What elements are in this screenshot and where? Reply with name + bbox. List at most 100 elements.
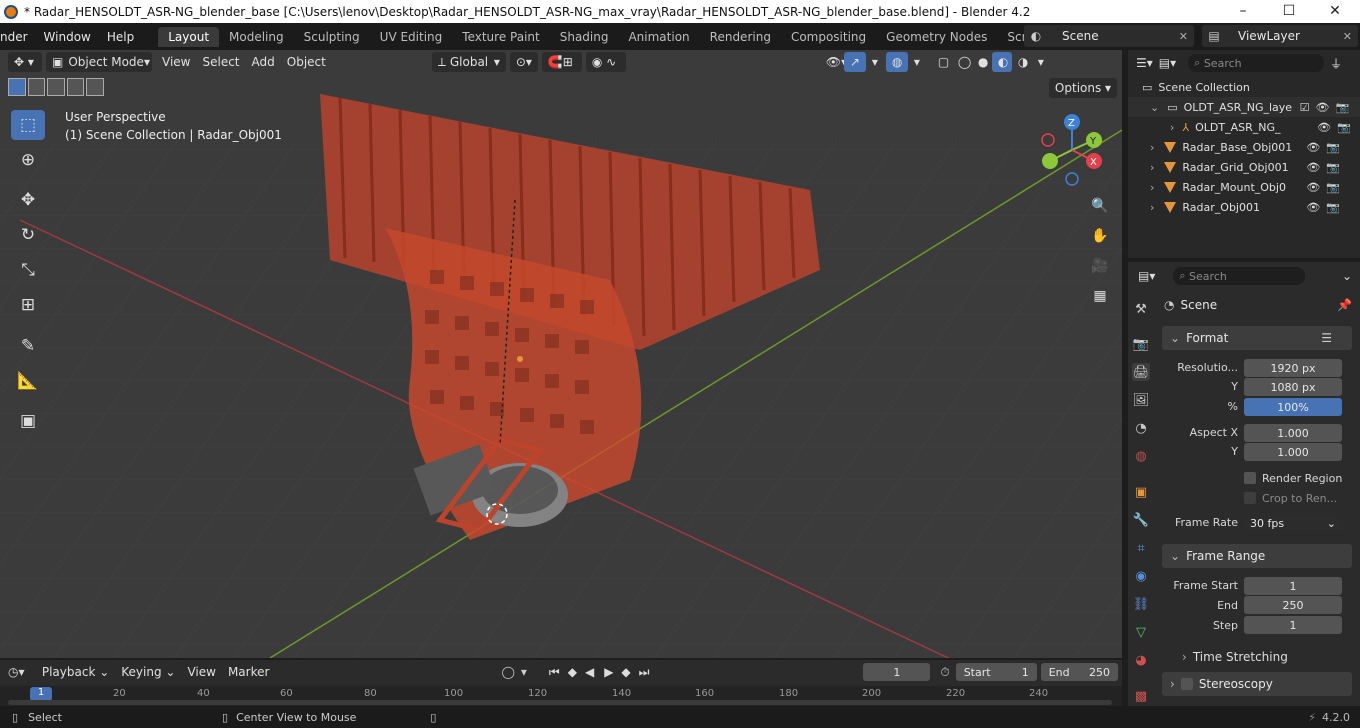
select-intersect-icon[interactable] bbox=[86, 78, 104, 96]
eye-icon[interactable]: 👁 bbox=[1306, 201, 1320, 214]
frame-step-field[interactable]: 1 bbox=[1244, 616, 1342, 634]
play-icon[interactable]: ▶ bbox=[604, 665, 613, 679]
resolution-y-field[interactable]: 1080 px bbox=[1244, 378, 1342, 396]
chevron-right-icon[interactable]: › bbox=[1150, 181, 1154, 194]
frame-rate-dropdown[interactable]: 30 fps ⌄ bbox=[1244, 514, 1342, 532]
playhead[interactable]: 1 bbox=[30, 687, 52, 701]
frame-start-field[interactable]: 1 bbox=[1244, 577, 1342, 595]
outliner-item-radar-base[interactable]: › Radar_Base_Obj001 👁 📷 bbox=[1128, 137, 1360, 157]
tab-compositing[interactable]: Compositing bbox=[781, 27, 876, 47]
tab-animation[interactable]: Animation bbox=[618, 27, 699, 47]
transform-orientation-dropdown[interactable]: ⟂ Global ▾ bbox=[431, 52, 506, 72]
resolution-x-field[interactable]: 1920 px bbox=[1244, 359, 1342, 377]
camera-icon[interactable]: 📷 bbox=[1326, 181, 1340, 194]
presets-list-icon[interactable]: ☰ bbox=[1321, 331, 1332, 345]
measure-tool-icon[interactable]: 📐 bbox=[11, 366, 45, 396]
proportional-edit-button[interactable]: ◉ ∿ bbox=[585, 52, 626, 72]
timeline-menu-playback[interactable]: Playback ⌄ bbox=[36, 662, 115, 682]
add-cube-tool-icon[interactable]: ▣ bbox=[11, 406, 45, 436]
next-keyframe-icon[interactable]: ◆ bbox=[621, 665, 630, 679]
scale-tool-icon[interactable]: ⤡ bbox=[11, 255, 45, 285]
tab-modeling[interactable]: Modeling bbox=[219, 27, 294, 47]
tab-sculpting[interactable]: Sculpting bbox=[294, 27, 370, 47]
end-frame-field[interactable]: End 250 bbox=[1040, 663, 1118, 681]
scene-tab-icon[interactable]: ◔ bbox=[1132, 419, 1150, 437]
object-tab-icon[interactable]: ▣ bbox=[1132, 483, 1150, 501]
modifier-tab-icon[interactable]: 🔧 bbox=[1132, 511, 1150, 529]
eye-icon[interactable]: 👁 bbox=[1306, 161, 1320, 174]
wireframe-shading-icon[interactable]: ◯ bbox=[952, 52, 972, 72]
navigation-gizmo[interactable]: Z Y X bbox=[1036, 112, 1116, 192]
viewport-menu-view[interactable]: View bbox=[156, 52, 196, 72]
properties-editor-icon[interactable]: ▤▾ bbox=[1138, 269, 1155, 283]
auto-keying-icon[interactable]: ◯ bbox=[501, 665, 514, 679]
aspect-x-field[interactable]: 1.000 bbox=[1244, 424, 1342, 442]
outliner-search-input[interactable]: ⌕ Search bbox=[1188, 54, 1324, 72]
pin-icon[interactable]: 📌 bbox=[1337, 298, 1352, 312]
physics-tab-icon[interactable]: ◉ bbox=[1132, 567, 1150, 585]
outliner-scene-collection[interactable]: ▭ Scene Collection bbox=[1128, 77, 1360, 97]
start-frame-field[interactable]: Start 1 bbox=[955, 663, 1037, 681]
tool-tab-icon[interactable]: ⚒ bbox=[1132, 300, 1150, 318]
texture-tab-icon[interactable]: ▩ bbox=[1132, 687, 1150, 705]
tab-layout[interactable]: Layout bbox=[158, 26, 220, 47]
menu-window[interactable]: Window bbox=[36, 30, 99, 44]
tab-geometry-nodes[interactable]: Geometry Nodes bbox=[876, 27, 997, 47]
camera-view-icon[interactable]: 🎥 bbox=[1087, 253, 1113, 279]
select-extend-icon[interactable] bbox=[27, 78, 46, 96]
timeline-menu-keying[interactable]: Keying ⌄ bbox=[115, 662, 181, 682]
shading-dropdown[interactable]: ▾ bbox=[1032, 52, 1046, 72]
eye-icon[interactable]: 👁 bbox=[1306, 181, 1320, 194]
pivot-point-button[interactable]: ⊙▾ bbox=[509, 52, 538, 72]
viewport-menu-add[interactable]: Add bbox=[246, 52, 281, 72]
move-tool-icon[interactable]: ✥ bbox=[11, 185, 45, 215]
menu-file[interactable]: nder bbox=[0, 30, 36, 44]
mode-dropdown[interactable]: ▣ Object Mode ▾ bbox=[46, 52, 152, 72]
format-section-header[interactable]: ⌄ Format ☰ bbox=[1162, 326, 1352, 350]
solid-shading-icon[interactable]: ● bbox=[972, 52, 992, 72]
select-invert-icon[interactable] bbox=[66, 78, 85, 96]
minimize-button[interactable]: – bbox=[1220, 0, 1266, 23]
world-tab-icon[interactable]: ◍ bbox=[1132, 447, 1150, 465]
jump-start-icon[interactable]: ⏮ bbox=[549, 665, 560, 680]
crop-checkbox[interactable]: Crop to Ren... bbox=[1244, 491, 1337, 505]
current-frame-field[interactable]: 1 bbox=[863, 663, 931, 681]
annotate-tool-icon[interactable]: ✎ bbox=[11, 331, 45, 361]
chevron-down-icon[interactable]: ⌄ bbox=[1150, 101, 1159, 114]
tab-rendering[interactable]: Rendering bbox=[700, 27, 781, 47]
visibility-icon[interactable]: 👁▾ bbox=[820, 52, 847, 72]
camera-icon[interactable]: 📷 bbox=[1326, 161, 1340, 174]
scene-selector[interactable]: ◐ Scene ✕ bbox=[1024, 25, 1194, 47]
viewlayer-selector[interactable]: ▤ ViewLayer ✕ bbox=[1202, 25, 1358, 47]
zoom-icon[interactable]: 🔍 bbox=[1087, 193, 1113, 219]
rotate-tool-icon[interactable]: ↻ bbox=[11, 220, 45, 250]
gizmo-dropdown[interactable]: ▾ bbox=[866, 52, 880, 72]
aspect-y-field[interactable]: 1.000 bbox=[1244, 443, 1342, 461]
data-tab-icon[interactable]: ▽ bbox=[1132, 623, 1150, 641]
scene-close-icon[interactable]: ✕ bbox=[1179, 30, 1188, 43]
view-layer-tab-icon[interactable]: 🖼 bbox=[1132, 391, 1150, 409]
stereoscopy-check-icon[interactable] bbox=[1180, 678, 1193, 690]
filter-icon[interactable]: ⏚ bbox=[1330, 55, 1342, 72]
gizmo-toggle-icon[interactable]: ↗ bbox=[843, 52, 866, 72]
output-tab-icon[interactable]: 🖨 bbox=[1132, 363, 1150, 381]
overlays-toggle-icon[interactable]: ◍ bbox=[885, 52, 908, 72]
render-tab-icon[interactable]: 📷 bbox=[1132, 335, 1150, 353]
maximize-button[interactable]: ☐ bbox=[1266, 0, 1312, 23]
viewport-menu-object[interactable]: Object bbox=[281, 52, 332, 72]
timeline-scrollbar[interactable] bbox=[8, 700, 1112, 705]
particles-tab-icon[interactable]: ⌗ bbox=[1132, 539, 1150, 557]
pan-hand-icon[interactable]: ✋ bbox=[1087, 223, 1113, 249]
timeline-ruler[interactable]: 1 20 40 60 80 100 120 140 160 180 200 22… bbox=[0, 686, 1122, 706]
ortho-grid-icon[interactable]: ▦ bbox=[1087, 283, 1113, 309]
select-new-icon[interactable] bbox=[8, 78, 26, 96]
camera-icon[interactable]: 📷 bbox=[1326, 141, 1340, 154]
outliner-item-empty[interactable]: › ⅄ OLDT_ASR_NG_ 👁 📷 bbox=[1128, 117, 1360, 137]
tab-shading[interactable]: Shading bbox=[550, 27, 619, 47]
material-tab-icon[interactable]: ◕ bbox=[1132, 651, 1150, 669]
menu-help[interactable]: Help bbox=[99, 30, 142, 44]
resolution-percent-slider[interactable]: 100% bbox=[1244, 398, 1342, 416]
chevron-right-icon[interactable]: › bbox=[1150, 201, 1154, 214]
outliner-editor-icon[interactable]: ☰▾ bbox=[1136, 56, 1153, 70]
prev-keyframe-icon[interactable]: ◆ bbox=[568, 665, 577, 679]
